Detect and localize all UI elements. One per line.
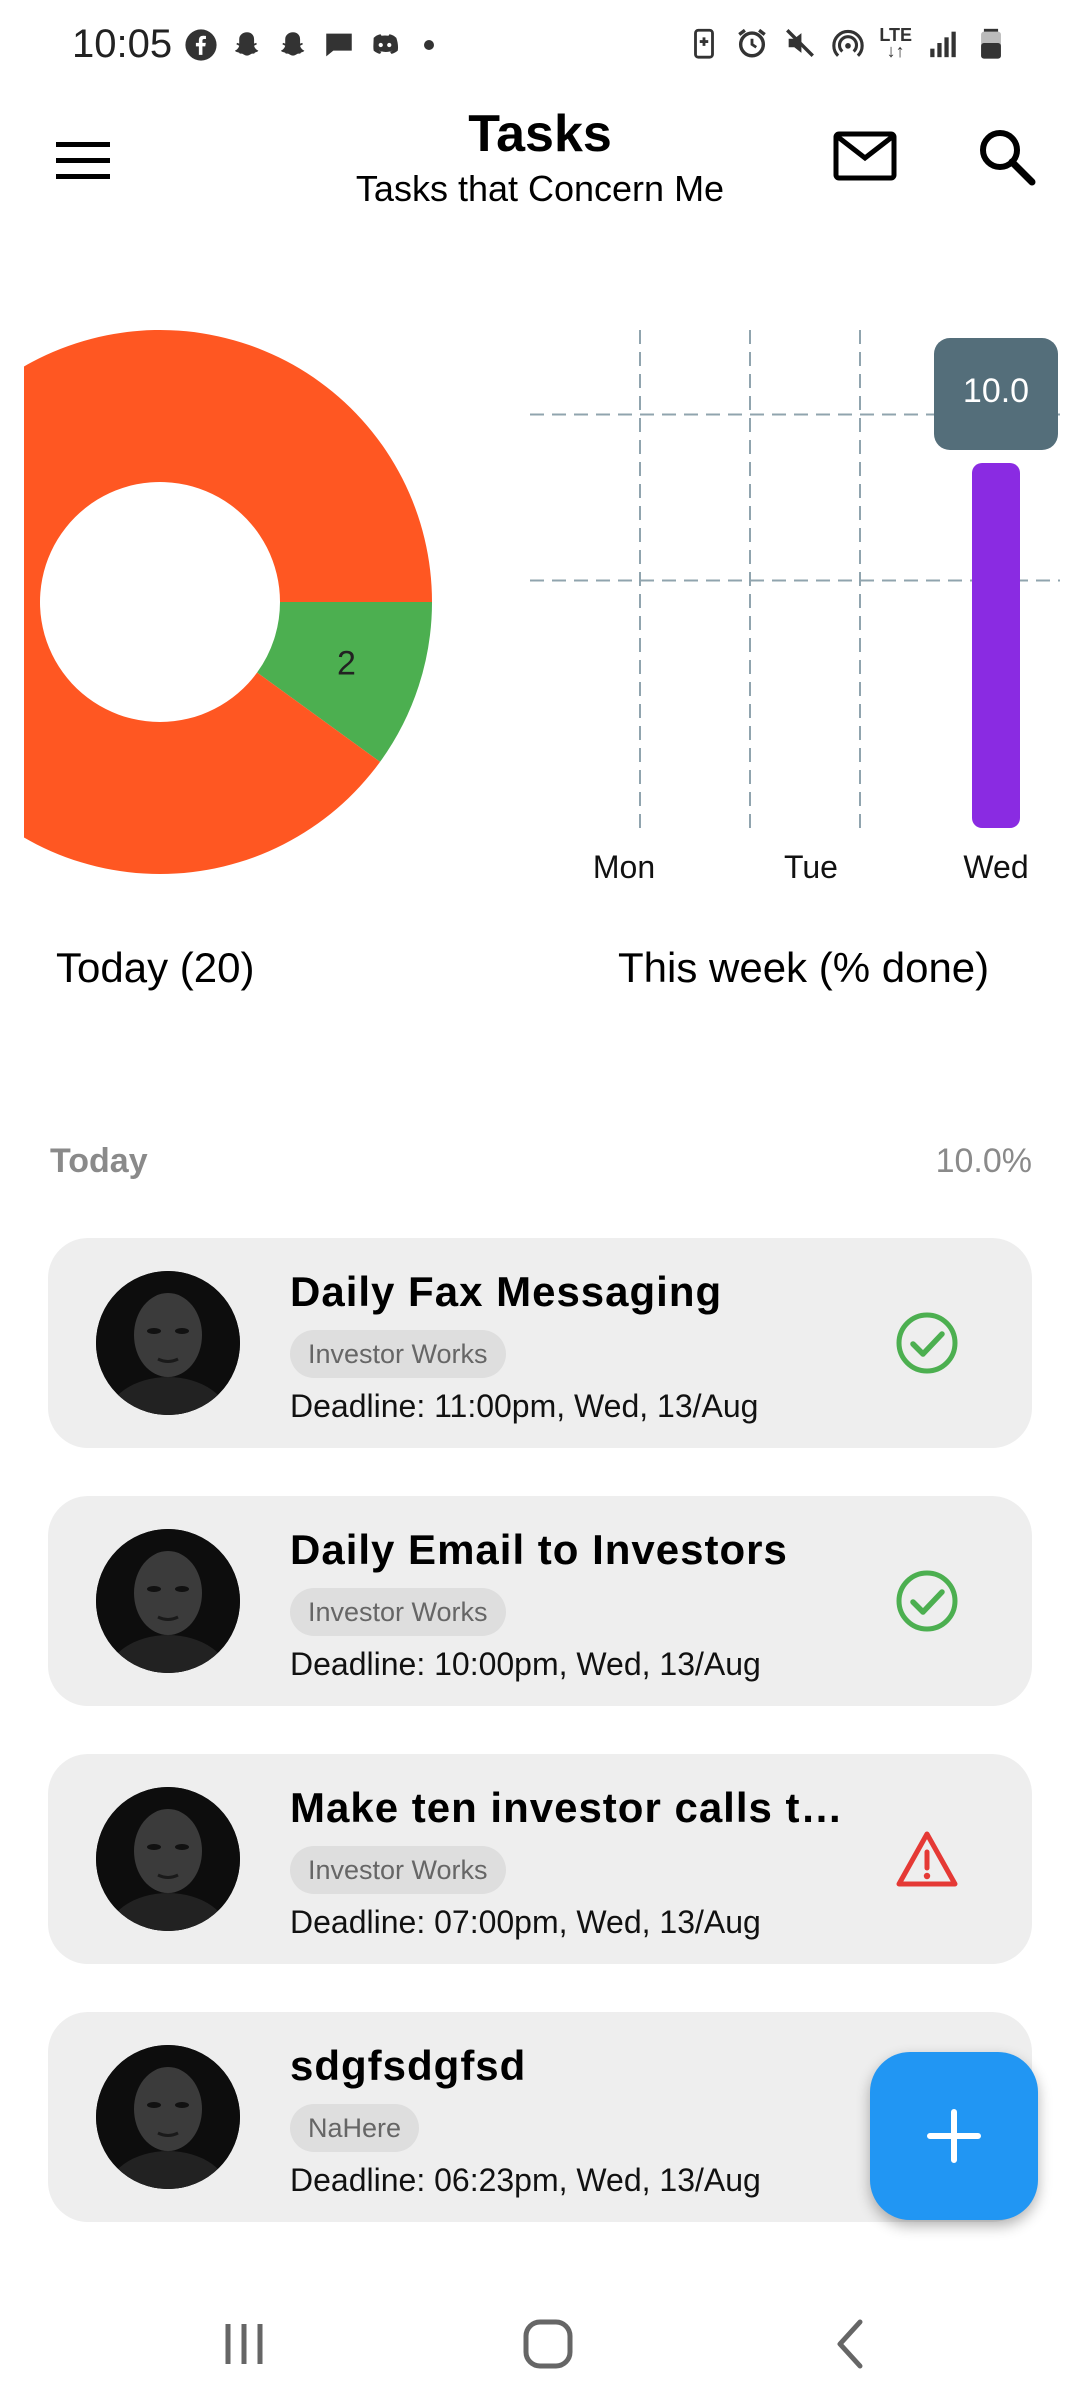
task-deadline: Deadline: 06:23pm, Wed, 13/Aug (290, 2162, 761, 2198)
network-type: LTE (879, 25, 912, 45)
page-title: Tasks (468, 105, 612, 163)
x-tick-label: Mon (593, 849, 655, 885)
week-bar-chart: Mon Tue 10.0 Wed (530, 330, 1060, 910)
task-tag: Investor Works (290, 1330, 506, 1378)
notification-icons (184, 28, 434, 62)
task-tag: Investor Works (290, 1588, 506, 1636)
task-title: sdgfsdgfsd (290, 2042, 527, 2089)
dot-icon (424, 40, 434, 50)
discord-icon (373, 34, 399, 54)
task-deadline: Deadline: 07:00pm, Wed, 13/Aug (290, 1904, 761, 1940)
lte-icon: LTE ↓↑ (879, 25, 912, 61)
task-card[interactable]: Make ten investor calls t… Investor Work… (48, 1754, 1032, 1964)
app-bar: Tasks Tasks that Concern Me (0, 90, 1080, 230)
task-tag: NaHere (290, 2104, 420, 2152)
page-subtitle: Tasks that Concern Me (355, 168, 725, 209)
battery-saver-icon (694, 28, 715, 59)
task-deadline: Deadline: 11:00pm, Wed, 13/Aug (290, 1388, 759, 1424)
week-chart-caption: This week (% done) (618, 944, 990, 991)
status-bar: 10:05 LTE ↓↑ (0, 0, 1080, 90)
mute-icon (786, 29, 815, 57)
donut-svg: 2 (24, 330, 432, 874)
bar-wed (972, 463, 1020, 828)
task-card[interactable]: Daily Email to Investors Investor Works … (48, 1496, 1032, 1706)
check-circle-icon[interactable] (894, 1568, 960, 1634)
bar-svg: Mon Tue 10.0 Wed (530, 330, 1060, 885)
task-tag: Investor Works (290, 1846, 506, 1894)
battery-icon (981, 28, 1001, 59)
recent-apps-icon[interactable] (214, 2314, 274, 2374)
alarm-icon (738, 28, 767, 58)
chat-icon (326, 33, 352, 57)
section-percent: 10.0% (935, 1142, 1032, 1180)
section-title: Today (50, 1142, 148, 1180)
warning-icon[interactable] (894, 1826, 960, 1892)
avatar (96, 1529, 240, 1673)
plus-icon (927, 2109, 981, 2163)
back-icon[interactable] (822, 2314, 882, 2374)
mail-icon[interactable] (832, 128, 898, 184)
facebook-icon (185, 29, 217, 61)
avatar (96, 1271, 240, 1415)
hotspot-icon (832, 29, 865, 57)
donut-slice-label: 2 (337, 645, 356, 683)
snapchat-icon (280, 32, 305, 56)
search-icon[interactable] (976, 126, 1036, 186)
signal-icon (930, 31, 956, 58)
donut-slice (24, 330, 432, 874)
avatar (96, 2045, 240, 2189)
task-card[interactable]: Daily Fax Messaging Investor Works Deadl… (48, 1238, 1032, 1448)
check-circle-icon[interactable] (894, 1310, 960, 1376)
task-title: Daily Email to Investors (290, 1526, 788, 1573)
x-tick-label: Wed (963, 849, 1028, 885)
x-tick-label: Tue (784, 849, 838, 885)
task-deadline: Deadline: 10:00pm, Wed, 13/Aug (290, 1646, 761, 1682)
system-nav-bar (0, 2280, 1080, 2400)
home-icon[interactable] (518, 2314, 578, 2374)
task-title: Daily Fax Messaging (290, 1268, 723, 1315)
status-time: 10:05 (72, 22, 173, 66)
snapchat-icon (234, 32, 259, 56)
bar-tooltip-value: 10.0 (963, 372, 1029, 410)
task-title: Make ten investor calls t… (290, 1784, 844, 1831)
add-task-button[interactable] (870, 2052, 1038, 2220)
avatar (96, 1787, 240, 1931)
system-icons: LTE ↓↑ (687, 26, 1008, 60)
today-donut-chart: 2 (24, 330, 444, 890)
today-chart-caption: Today (20) (56, 944, 255, 991)
